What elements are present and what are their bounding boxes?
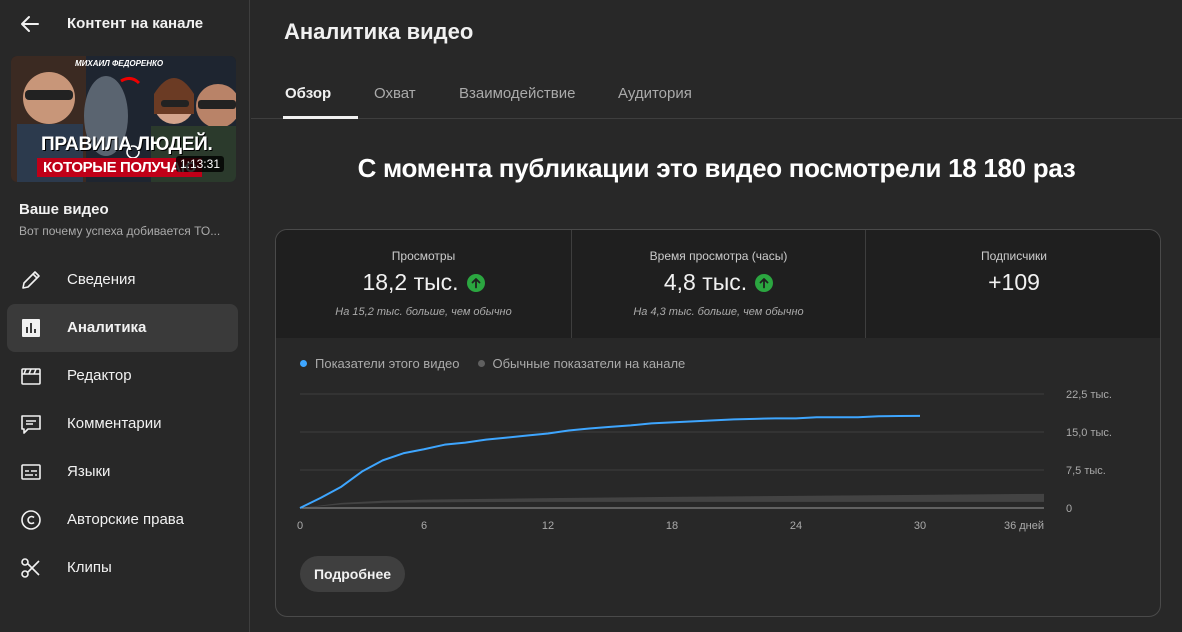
metrics-row: Просмотры 18,2 тыс. На 15,2 тыс. больше,… [276, 230, 1160, 338]
sidebar-item-analytics[interactable]: Аналитика [7, 304, 238, 352]
views-chart: 0 7,5 тыс. 15,0 тыс. 22,5 тыс. 0 6 12 18 24 30 36 … [297, 389, 1112, 532]
legend-dot [477, 360, 485, 367]
views-headline: С момента публикации это видео посмотрел… [357, 153, 1076, 183]
legend-item-this-video: Показатели этого видео [300, 356, 460, 371]
sidebar-item-label: Редактор [67, 367, 132, 384]
tab-audience[interactable]: Аудитория [618, 85, 692, 119]
clapperboard-icon [19, 364, 43, 388]
metric-label: Время просмотра (часы) [649, 249, 788, 263]
typical-performance-band [300, 493, 1044, 508]
sidebar-item-label: Аналитика [67, 319, 147, 336]
y-tick-label: 15,0 тыс. [1066, 427, 1112, 439]
sidebar-item-editor[interactable]: Редактор [7, 352, 238, 400]
metric-views[interactable]: Просмотры 18,2 тыс. На 15,2 тыс. больше,… [276, 230, 571, 338]
x-tick-label: 6 [421, 520, 427, 532]
sidebar-item-details[interactable]: Сведения [7, 256, 238, 304]
metric-label: Подписчики [980, 249, 1047, 263]
tab-engagement[interactable]: Взаимодействие [459, 85, 575, 119]
x-tick-label: 24 [790, 520, 802, 532]
video-title: Вот почему успеха добивается ТО... [19, 224, 221, 238]
metric-value: 18,2 тыс. [362, 269, 459, 295]
back-arrow-icon[interactable] [18, 12, 42, 36]
y-tick-label: 0 [1066, 503, 1072, 515]
channel-content-link[interactable]: Контент на канале [67, 15, 203, 32]
sidebar-item-label: Авторские права [67, 511, 184, 528]
x-tick-label: 0 [297, 520, 303, 532]
copyright-icon [19, 508, 43, 532]
sidebar: Контент на канале МИХАИЛ ФЕДОРЕНКО ПРАВИ… [0, 0, 250, 632]
y-tick-label: 7,5 тыс. [1066, 465, 1106, 477]
active-tab-indicator [283, 116, 358, 119]
sidebar-item-label: Языки [67, 463, 111, 480]
tab-bar: Обзор Охват Взаимодействие Аудитория [251, 70, 1182, 119]
thumbnail-title-line1: ПРАВИЛА ЛЮДЕЙ. [41, 134, 213, 155]
sidebar-item-label: Комментарии [67, 415, 162, 432]
chart-legend: Показатели этого видео Обычные показател… [300, 356, 685, 371]
metric-note: На 15,2 тыс. больше, чем обычно [335, 306, 512, 318]
thumbnail-author: МИХАИЛ ФЕДОРЕНКО [75, 59, 164, 68]
sidebar-item-languages[interactable]: Языки [7, 448, 238, 496]
app-window: Контент на канале МИХАИЛ ФЕДОРЕНКО ПРАВИ… [0, 0, 1182, 632]
page-title: Аналитика видео [284, 19, 474, 44]
sidebar-item-label: Клипы [67, 559, 112, 576]
subtitles-icon [19, 460, 43, 484]
legend-item-typical: Обычные показатели на канале [477, 356, 686, 371]
metric-subscribers[interactable]: Подписчики +109 [865, 230, 1160, 338]
main-content: Аналитика видео Обзор Охват Взаимодейств… [251, 0, 1182, 632]
tab-reach[interactable]: Охват [374, 85, 416, 119]
y-tick-label: 22,5 тыс. [1066, 389, 1112, 401]
x-tick-label: 36 дней [1004, 520, 1044, 532]
trend-up-icon [755, 273, 774, 292]
video-duration: 1:13:31 [175, 156, 224, 172]
x-tick-label: 30 [914, 520, 926, 532]
metric-label: Просмотры [391, 249, 456, 263]
sidebar-header: Контент на канале [0, 0, 250, 48]
tab-overview[interactable]: Обзор [285, 85, 331, 119]
sidebar-item-comments[interactable]: Комментарии [7, 400, 238, 448]
comment-icon [19, 412, 43, 436]
this-video-line [299, 414, 921, 509]
legend-label: Показатели этого видео [315, 356, 460, 371]
trend-up-icon [466, 273, 485, 292]
overview-card: Просмотры 18,2 тыс. На 15,2 тыс. больше,… [275, 229, 1161, 617]
metric-value: 4,8 тыс. [663, 269, 748, 295]
sidebar-item-label: Сведения [67, 271, 136, 288]
scissors-icon [19, 556, 43, 580]
video-thumbnail[interactable]: МИХАИЛ ФЕДОРЕНКО ПРАВИЛА ЛЮДЕЙ. КОТОРЫЕ … [11, 56, 236, 182]
pencil-icon [19, 268, 43, 292]
metric-note: На 4,3 тыс. больше, чем обычно [633, 306, 804, 318]
sidebar-nav: Сведения Аналитика Редактор Комментарии [7, 256, 238, 592]
x-tick-label: 12 [542, 520, 554, 532]
analytics-icon [19, 316, 43, 340]
legend-dot [300, 360, 307, 367]
metric-watch-time[interactable]: Время просмотра (часы) 4,8 тыс. На 4,3 т… [571, 230, 865, 338]
your-video-label: Ваше видео [19, 201, 109, 218]
more-details-button[interactable]: Подробнее [300, 556, 405, 592]
legend-label: Обычные показатели на канале [492, 356, 686, 371]
sidebar-item-copyright[interactable]: Авторские права [7, 496, 238, 544]
x-tick-label: 18 [666, 520, 678, 532]
metric-value: +109 [988, 269, 1040, 295]
sidebar-item-clips[interactable]: Клипы [7, 544, 238, 592]
